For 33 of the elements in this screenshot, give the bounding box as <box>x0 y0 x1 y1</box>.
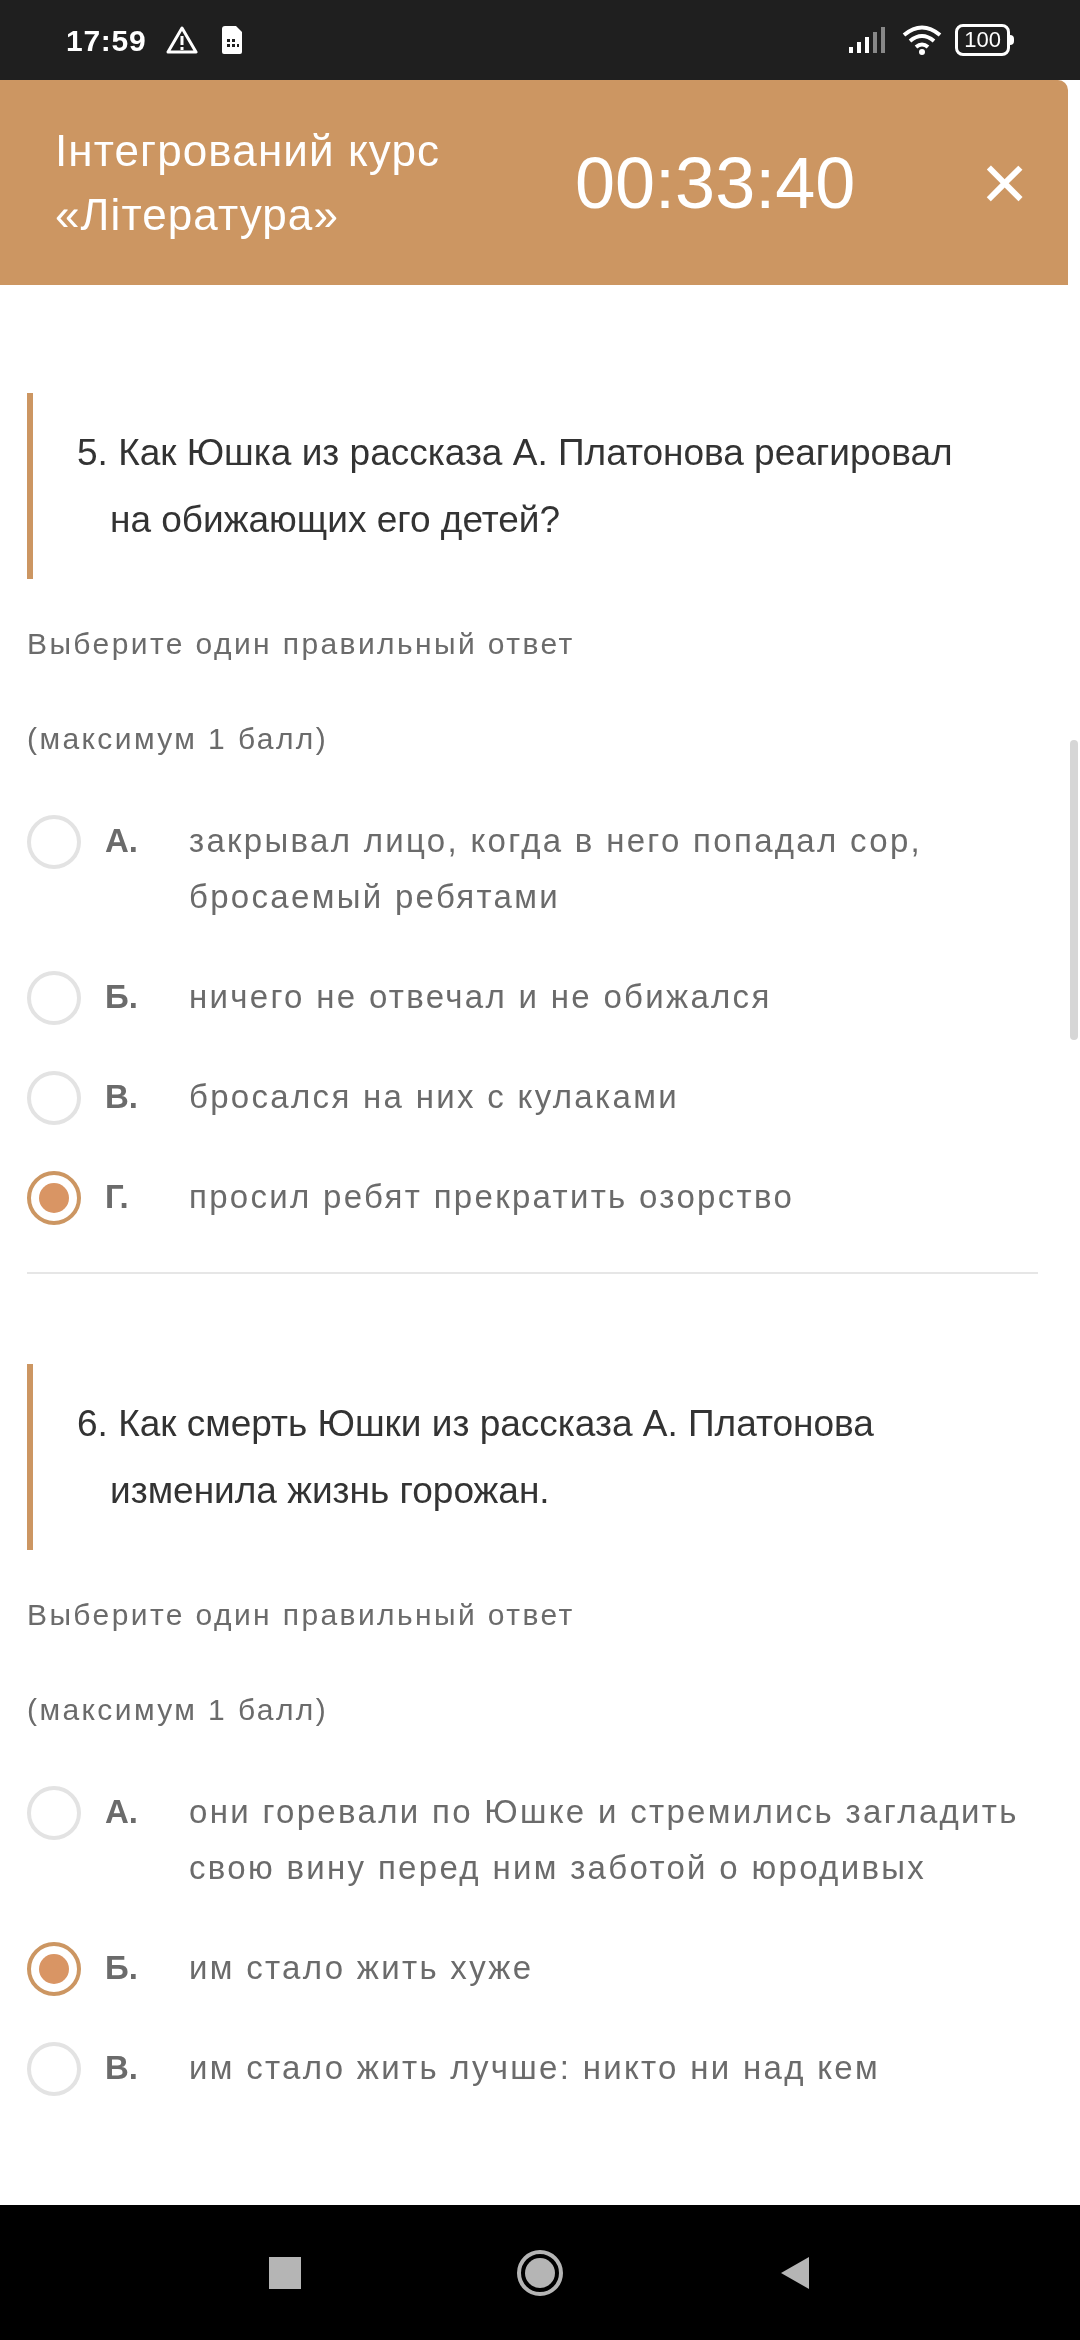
warning-icon <box>166 25 199 55</box>
option-text: они горевали по Юшке и стремились загладить свою вину перед ним заботой о юродивых <box>189 1792 1020 1888</box>
option-text: бросался на них с кулаками <box>189 1077 680 1117</box>
option-letter: В. <box>105 2048 139 2088</box>
square-icon[interactable] <box>269 2256 301 2289</box>
option-letter: В. <box>105 1077 139 1117</box>
radio-button[interactable] <box>27 1942 81 1996</box>
option-letter: Б. <box>105 1948 139 1988</box>
question-text: 6. Как смерть Юшки из рассказа А. Платонова изменила жизнь горожан. <box>77 1402 875 1513</box>
option-text: закрывал лицо, когда в него попадал сор, бросаемый ребятами <box>189 821 924 917</box>
instruction-text: Выберите один правильный ответ <box>27 1597 576 1633</box>
question-text: 5. Как Юшка из рассказа А. Платонова реагировал на обижающих его детей? <box>77 431 954 542</box>
points-text: (максимум 1 балл) <box>27 1692 330 1728</box>
home-icon[interactable] <box>516 2248 564 2297</box>
wifi-icon <box>901 24 944 56</box>
back-icon[interactable] <box>779 2254 811 2291</box>
option-text: им стало жить хуже <box>189 1948 535 1988</box>
course-title: Інтегрований курс «Література» <box>55 124 442 241</box>
option-text: им стало жить лучше: никто ни над кем <box>189 2048 881 2088</box>
radio-button[interactable] <box>27 1171 81 1225</box>
option-letter: А. <box>105 1792 139 1832</box>
option-text: ничего не отвечал и не обижался <box>189 977 773 1017</box>
option-letter: Г. <box>105 1177 130 1217</box>
status-time: 17:59 <box>66 22 147 59</box>
option-letter: Б. <box>105 977 139 1017</box>
points-text: (максимум 1 балл) <box>27 721 330 757</box>
close-button[interactable]: × <box>981 142 1028 223</box>
signal-icon <box>847 25 888 55</box>
instruction-text: Выберите один правильный ответ <box>27 626 576 662</box>
option-text: просил ребят прекратить озорство <box>189 1177 796 1217</box>
option-letter: А. <box>105 821 139 861</box>
sim-card-icon <box>220 25 245 55</box>
timer: 00:33:40 <box>575 141 856 225</box>
